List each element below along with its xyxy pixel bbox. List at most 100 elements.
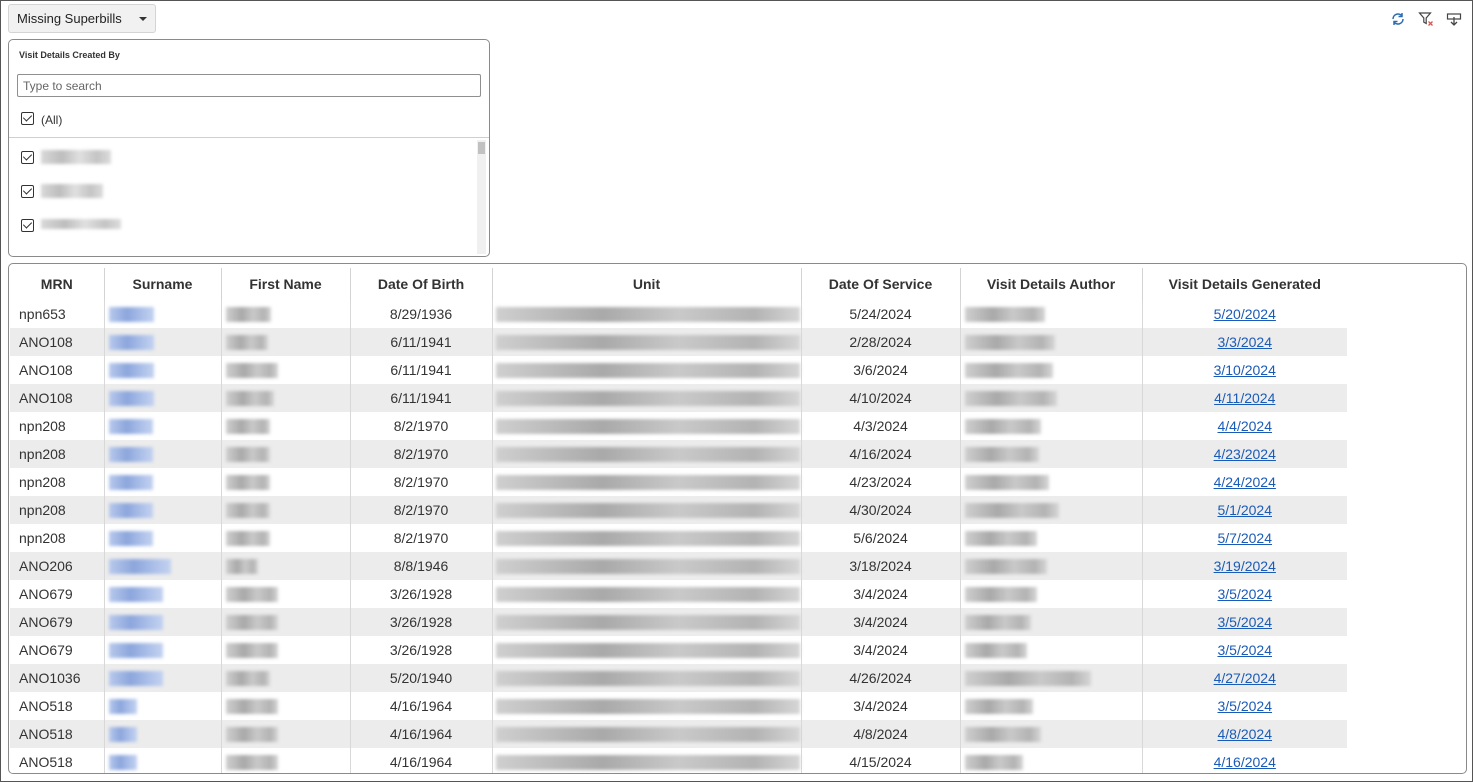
cell-surname: [104, 384, 222, 412]
cell-visit-details-author: [960, 300, 1143, 328]
visit-details-generated-link[interactable]: 4/4/2024: [1218, 418, 1273, 434]
surname-redacted: [108, 615, 163, 631]
filter-item-checkbox[interactable]: [21, 185, 34, 198]
cell-first-name: [221, 356, 351, 384]
column-header-date-of-birth[interactable]: Date Of Birth: [350, 268, 493, 300]
cell-visit-details-author: [960, 384, 1143, 412]
visit-details-generated-link[interactable]: 3/5/2024: [1218, 698, 1273, 714]
cell-surname: [104, 580, 222, 608]
filter-list-scroll-thumb[interactable]: [478, 142, 485, 154]
visit-details-generated-link[interactable]: 4/8/2024: [1218, 726, 1273, 742]
cell-first-name: [221, 524, 351, 552]
filter-title: Visit Details Created By: [19, 50, 120, 60]
column-header-date-of-service[interactable]: Date Of Service: [801, 268, 961, 300]
author-redacted: [964, 447, 1039, 463]
author-redacted: [964, 587, 1037, 603]
cell-visit-details-generated: 4/4/2024: [1142, 412, 1347, 440]
cell-surname: [104, 720, 222, 748]
filter-list-scrollbar[interactable]: [477, 140, 486, 254]
surname-redacted: [108, 727, 137, 743]
table-row[interactable]: ANO679 3/26/1928 3/4/2024 3/5/2024: [10, 580, 1347, 608]
table-row[interactable]: ANO518 4/16/1964 4/8/2024 4/8/2024: [10, 720, 1347, 748]
unit-redacted: [495, 699, 800, 715]
column-header-visit-details-generated[interactable]: Visit Details Generated: [1142, 268, 1347, 300]
cell-surname: [104, 664, 222, 692]
visit-details-generated-link[interactable]: 3/10/2024: [1214, 362, 1276, 378]
column-header-first-name[interactable]: First Name: [221, 268, 351, 300]
visit-details-generated-link[interactable]: 4/23/2024: [1214, 446, 1276, 462]
visit-details-generated-link[interactable]: 5/20/2024: [1214, 306, 1276, 322]
filter-item-checkbox[interactable]: [21, 219, 34, 232]
select-all-checkbox[interactable]: [21, 112, 34, 125]
author-redacted: [964, 755, 1023, 771]
cell-surname: [104, 748, 222, 773]
column-header-surname[interactable]: Surname: [104, 268, 222, 300]
table-row[interactable]: npn208 8/2/1970 4/30/2024 5/1/2024: [10, 496, 1347, 524]
table-row[interactable]: npn208 8/2/1970 4/16/2024 4/23/2024: [10, 440, 1347, 468]
table-row[interactable]: ANO1036 5/20/1940 4/26/2024 4/27/2024: [10, 664, 1347, 692]
visit-details-generated-link[interactable]: 3/3/2024: [1218, 334, 1273, 350]
visit-details-generated-link[interactable]: 4/11/2024: [1214, 390, 1275, 406]
visit-details-generated-link[interactable]: 3/19/2024: [1214, 558, 1276, 574]
first-name-redacted: [225, 727, 278, 743]
surname-redacted: [108, 475, 153, 491]
cell-visit-details-author: [960, 552, 1143, 580]
filter-item-name-redacted: [41, 150, 111, 164]
surname-redacted: [108, 587, 163, 603]
cell-visit-details-generated: 4/8/2024: [1142, 720, 1347, 748]
table-row[interactable]: npn653 8/29/1936 5/24/2024 5/20/2024: [10, 300, 1347, 328]
surname-redacted: [108, 363, 154, 379]
table-row[interactable]: npn208 8/2/1970 5/6/2024 5/7/2024: [10, 524, 1347, 552]
column-header-unit[interactable]: Unit: [492, 268, 802, 300]
table-row[interactable]: ANO108 6/11/1941 2/28/2024 3/3/2024: [10, 328, 1347, 356]
cell-date-of-birth: 6/11/1941: [350, 384, 493, 412]
table-row[interactable]: ANO108 6/11/1941 4/10/2024 4/11/2024: [10, 384, 1347, 412]
cell-visit-details-generated: 5/1/2024: [1142, 496, 1347, 524]
filter-search-input[interactable]: [17, 74, 481, 97]
visit-details-generated-link[interactable]: 4/24/2024: [1214, 474, 1276, 490]
unit-redacted: [495, 559, 800, 575]
unit-redacted: [495, 363, 800, 379]
cell-first-name: [221, 468, 351, 496]
cell-mrn: ANO206: [10, 552, 105, 580]
table-row[interactable]: npn208 8/2/1970 4/3/2024 4/4/2024: [10, 412, 1347, 440]
visit-details-generated-link[interactable]: 3/5/2024: [1218, 614, 1273, 630]
cell-visit-details-author: [960, 692, 1143, 720]
first-name-redacted: [225, 643, 278, 659]
table-row[interactable]: ANO518 4/16/1964 3/4/2024 3/5/2024: [10, 692, 1347, 720]
table-row[interactable]: ANO679 3/26/1928 3/4/2024 3/5/2024: [10, 636, 1347, 664]
superbills-table: MRN Surname First Name Date Of Birth Uni…: [10, 268, 1347, 773]
visit-details-generated-link[interactable]: 3/5/2024: [1218, 642, 1273, 658]
table-row[interactable]: npn208 8/2/1970 4/23/2024 4/24/2024: [10, 468, 1347, 496]
visit-details-generated-link[interactable]: 3/5/2024: [1218, 586, 1273, 602]
author-redacted: [964, 335, 1055, 351]
cell-visit-details-generated: 4/24/2024: [1142, 468, 1347, 496]
cell-date-of-service: 4/26/2024: [801, 664, 961, 692]
visit-details-generated-link[interactable]: 5/7/2024: [1218, 530, 1273, 546]
report-dropdown[interactable]: Missing Superbills: [8, 4, 156, 33]
filter-item-checkbox[interactable]: [21, 151, 34, 164]
cell-surname: [104, 300, 222, 328]
select-all-label: (All): [41, 113, 63, 127]
refresh-icon[interactable]: [1390, 11, 1406, 27]
table-row[interactable]: ANO518 4/16/1964 4/15/2024 4/16/2024: [10, 748, 1347, 773]
visit-details-generated-link[interactable]: 4/16/2024: [1214, 754, 1276, 770]
cell-unit: [492, 412, 802, 440]
visit-details-generated-link[interactable]: 4/27/2024: [1214, 670, 1276, 686]
cell-mrn: ANO518: [10, 748, 105, 773]
export-icon[interactable]: [1446, 11, 1462, 27]
cell-date-of-service: 4/15/2024: [801, 748, 961, 773]
table-row[interactable]: ANO206 8/8/1946 3/18/2024 3/19/2024: [10, 552, 1347, 580]
table-row[interactable]: ANO679 3/26/1928 3/4/2024 3/5/2024: [10, 608, 1347, 636]
column-header-visit-details-author[interactable]: Visit Details Author: [960, 268, 1143, 300]
cell-date-of-service: 2/28/2024: [801, 328, 961, 356]
filter-item-name-redacted: [41, 184, 103, 198]
cell-mrn: npn208: [10, 468, 105, 496]
column-header-mrn[interactable]: MRN: [10, 268, 105, 300]
cell-visit-details-generated: 4/11/2024: [1142, 384, 1347, 412]
visit-details-generated-link[interactable]: 5/1/2024: [1218, 502, 1273, 518]
cell-date-of-service: 3/4/2024: [801, 692, 961, 720]
table-row[interactable]: ANO108 6/11/1941 3/6/2024 3/10/2024: [10, 356, 1347, 384]
clear-filter-icon[interactable]: [1418, 11, 1434, 27]
cell-mrn: ANO518: [10, 720, 105, 748]
